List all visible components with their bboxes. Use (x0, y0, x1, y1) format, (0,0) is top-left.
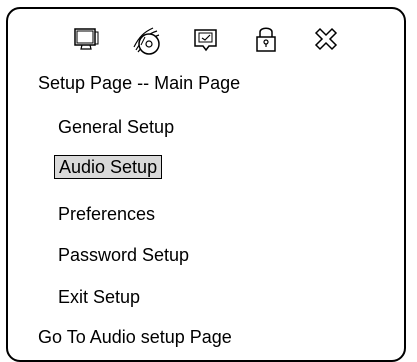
setup-icon-bar (0, 22, 417, 56)
page-title: Setup Page -- Main Page (38, 73, 241, 93)
setup-panel (6, 7, 406, 362)
menu-item-preferences[interactable]: Preferences (58, 203, 155, 225)
lock-icon[interactable] (249, 22, 283, 56)
audio-cd-icon[interactable] (129, 22, 163, 56)
menu-item-audio-setup[interactable]: Audio Setup (54, 155, 163, 179)
menu-item-general-setup[interactable]: General Setup (58, 116, 174, 138)
menu-item-exit-setup[interactable]: Exit Setup (58, 286, 140, 308)
status-text: Go To Audio setup Page (38, 327, 232, 347)
menu-item-password-setup[interactable]: Password Setup (58, 244, 189, 266)
preferences-checkbox-icon[interactable] (189, 22, 223, 56)
monitor-icon[interactable] (69, 22, 103, 56)
exit-x-icon[interactable] (309, 22, 343, 56)
